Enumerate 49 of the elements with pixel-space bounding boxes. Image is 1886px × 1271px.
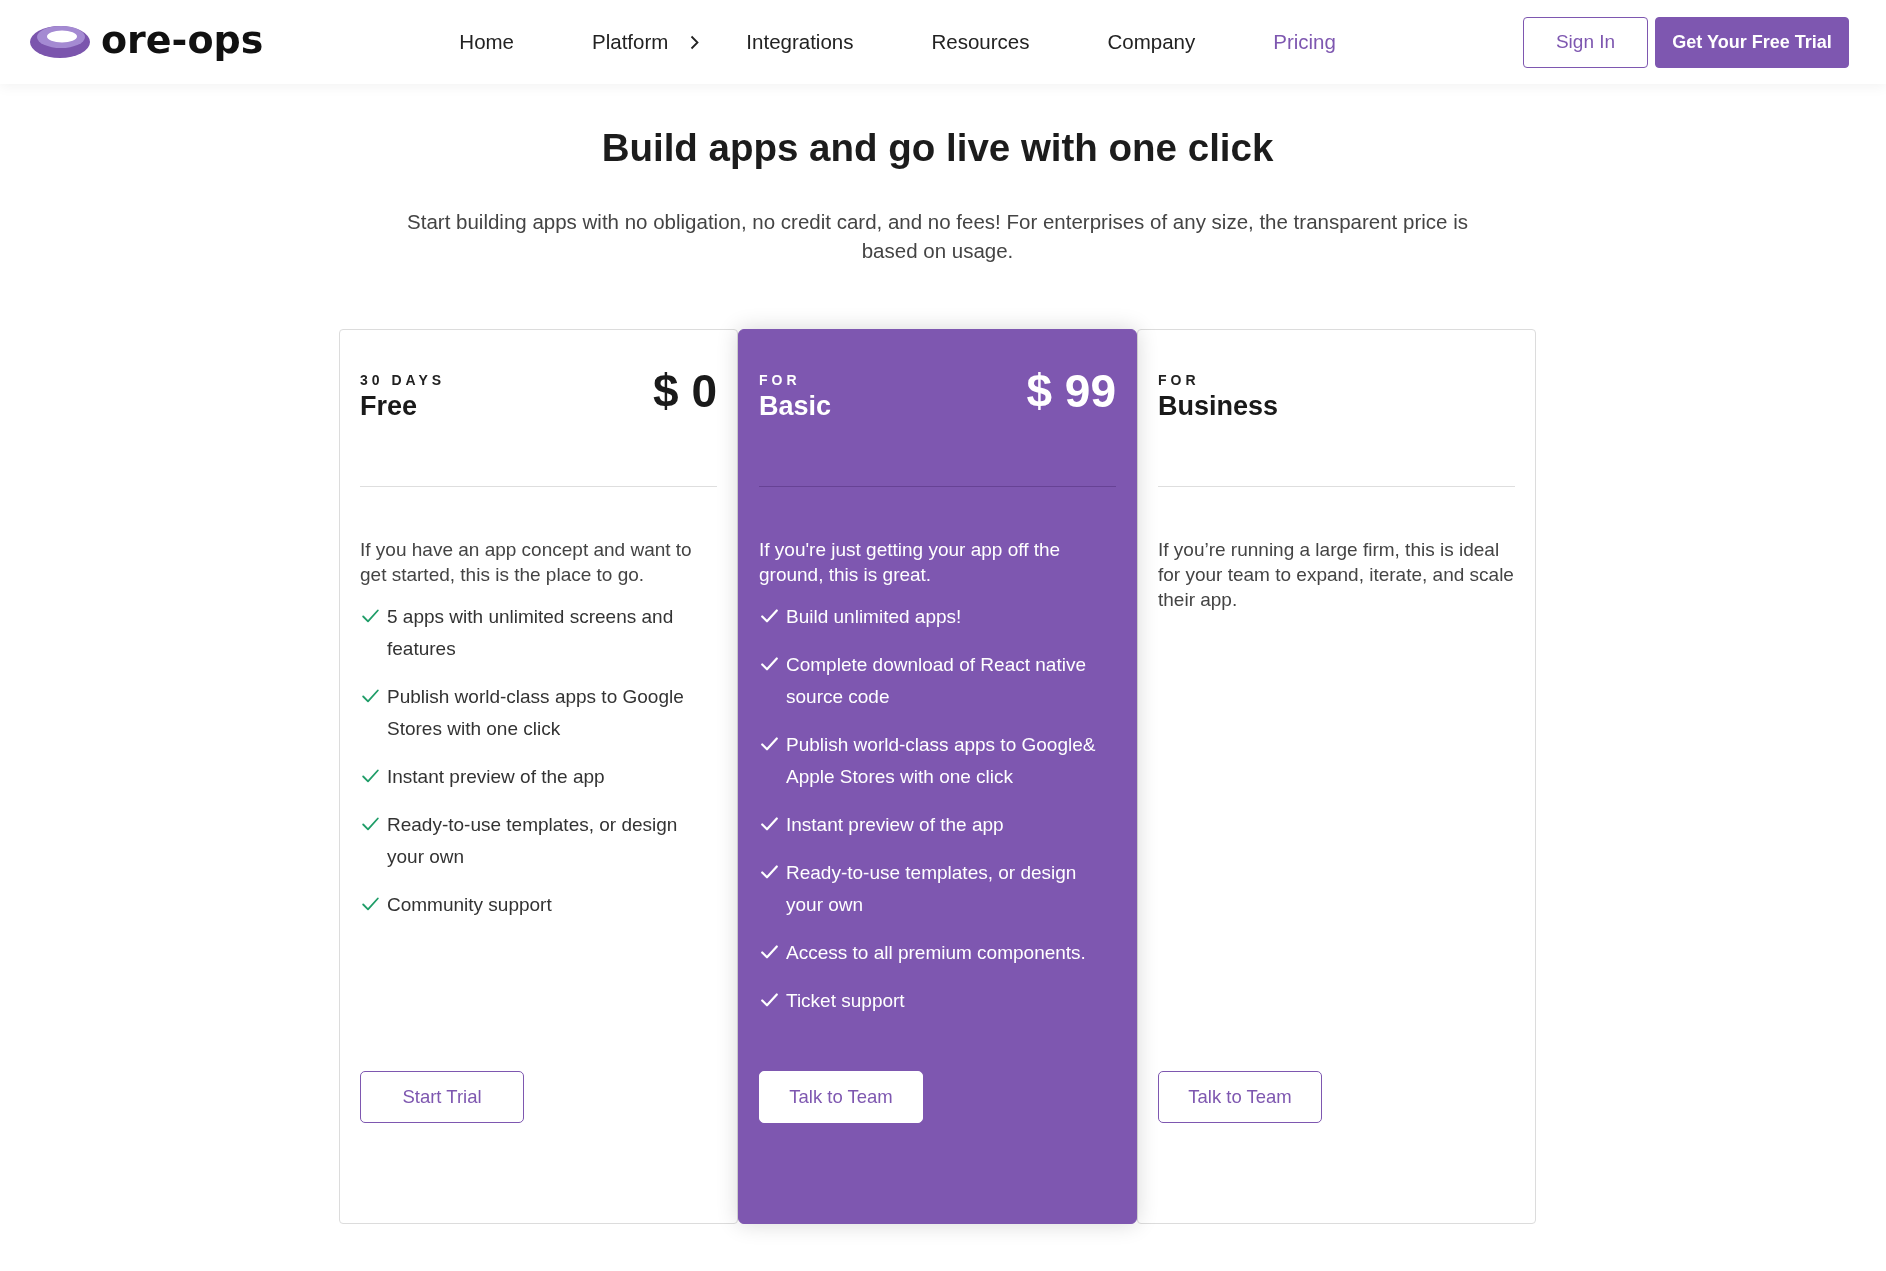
plan-name: Business bbox=[1158, 390, 1279, 422]
feature-text: Instant preview of the app bbox=[786, 813, 1005, 837]
page-title: Build apps and go live with one click bbox=[601, 125, 1274, 171]
page-subtitle: Start building apps with no obligation, no credit card, and no fees! For enterprises of any size, the transparent price is based on usage. bbox=[406, 209, 1469, 264]
nav-link[interactable]: Home bbox=[459, 30, 514, 54]
feature-text: Access to all premium components. bbox=[786, 941, 1087, 965]
feature-text: 5 apps with unlimited screens and features bbox=[387, 605, 675, 661]
feature-text: Publish world-class apps to Google& Apple Stores with one click bbox=[786, 733, 1097, 789]
feature-text: Community support bbox=[387, 893, 553, 917]
check-icon bbox=[362, 609, 379, 623]
nav-link[interactable]: Integrations bbox=[746, 30, 854, 54]
plan-description: If you’re running a large firm, this is ideal for your team to expand, iterate, and scale their app. bbox=[1158, 538, 1515, 612]
check-icon bbox=[761, 817, 778, 831]
plan-cta-button[interactable]: Talk to Team bbox=[1158, 1071, 1322, 1123]
feature-text: Ready-to-use templates, or design your own bbox=[786, 861, 1078, 917]
primary-button[interactable]: Get Your Free Trial bbox=[1655, 16, 1849, 68]
feature-text: Ready-to-use templates, or design your own bbox=[387, 813, 679, 869]
nav-link[interactable]: Resources bbox=[931, 30, 1030, 54]
check-icon bbox=[761, 993, 778, 1007]
check-icon bbox=[761, 737, 778, 751]
nav-link[interactable]: Platform bbox=[592, 30, 700, 54]
check-icon bbox=[761, 657, 778, 671]
secondary-button[interactable]: Sign In bbox=[1523, 16, 1648, 68]
plan-name: Free bbox=[360, 390, 419, 422]
plan-cta-button[interactable]: Talk to Team bbox=[759, 1071, 923, 1123]
plan-price: $ 99 bbox=[1026, 368, 1116, 414]
check-icon bbox=[362, 817, 379, 831]
check-icon bbox=[362, 897, 379, 911]
feature-text: Build unlimited apps! bbox=[786, 605, 963, 629]
feature-text: Ticket support bbox=[786, 989, 906, 1013]
check-icon bbox=[761, 865, 778, 879]
plan-description: If you're just getting your app off the ground, this is great. bbox=[759, 538, 1062, 587]
check-icon bbox=[362, 769, 379, 783]
plan-price: $ 0 bbox=[653, 368, 717, 414]
check-icon bbox=[362, 689, 379, 703]
check-icon bbox=[761, 609, 778, 623]
plan-eyebrow: FOR bbox=[759, 372, 802, 388]
feature-text: Complete download of React native source code bbox=[786, 653, 1087, 709]
nav-link[interactable]: Company bbox=[1107, 30, 1196, 54]
nav-link[interactable]: Pricing bbox=[1273, 30, 1336, 54]
feature-text: Publish world-class apps to Google Stores with one click bbox=[387, 685, 685, 741]
plan-eyebrow: FOR bbox=[1158, 372, 1201, 388]
feature-text: Instant preview of the app bbox=[387, 765, 606, 789]
home-logo-link[interactable]: ore-ops bbox=[29, 21, 264, 59]
plan-cta-button[interactable]: Start Trial bbox=[360, 1071, 524, 1123]
check-icon bbox=[761, 945, 778, 959]
plan-description: If you have an app concept and want to get started, this is the place to go. bbox=[360, 538, 693, 587]
plan-eyebrow: 30 DAYS bbox=[360, 372, 446, 388]
plan-name: Basic bbox=[759, 390, 832, 422]
